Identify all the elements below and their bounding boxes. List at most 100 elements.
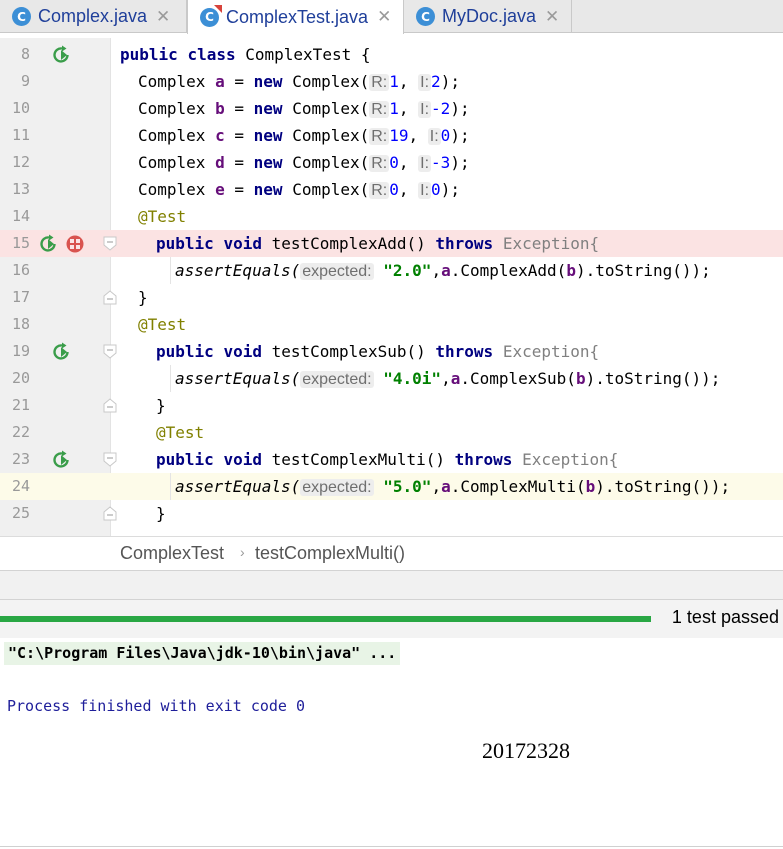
console-process-finished: Process finished with exit code 0 — [7, 697, 306, 715]
line-number: 12 — [11, 153, 30, 171]
code-line[interactable]: 21} — [0, 392, 783, 419]
code-text: @Test — [156, 419, 204, 446]
string-literal: "5.0" — [383, 477, 432, 496]
line-number: 17 — [11, 288, 30, 306]
keyword: new — [253, 72, 283, 91]
code-text: assertEquals(expected: "5.0",a.ComplexMu… — [175, 473, 730, 501]
constructor-call: Complex( — [292, 153, 370, 172]
param-hint: I: — [418, 182, 432, 199]
method-name: testComplexMulti() — [271, 450, 445, 469]
keyword: new — [253, 153, 283, 172]
field-name: d — [215, 153, 225, 172]
type-name: Complex — [138, 180, 206, 199]
tab-mydoc-java[interactable]: C MyDoc.java ✕ — [404, 0, 572, 33]
line-number: 13 — [11, 180, 30, 198]
line-number: 22 — [11, 423, 30, 441]
fold-open-icon[interactable] — [103, 236, 117, 251]
line-number: 20 — [11, 369, 30, 387]
code-text: assertEquals(expected: "4.0i",a.ComplexS… — [175, 365, 720, 393]
breadcrumb-separator: › — [240, 544, 245, 560]
code-line[interactable]: 19 public void testComplexSub() throws Ex… — [0, 338, 783, 365]
fold-open-icon[interactable] — [103, 452, 117, 467]
field-name: a — [215, 72, 225, 91]
punctuation: ); — [450, 153, 470, 172]
breadcrumb-class[interactable]: ComplexTest — [120, 543, 224, 564]
fold-close-icon[interactable] — [103, 506, 117, 521]
keyword: throws — [454, 450, 513, 469]
line-number: 18 — [11, 315, 30, 333]
assert-call: assertEquals( — [175, 369, 301, 388]
code-line[interactable]: 10 Complex b = new Complex(R: 1, I: -2); — [0, 95, 783, 122]
run-test-icon[interactable] — [52, 342, 72, 362]
code-line[interactable]: 23 public void testComplexMulti() throws … — [0, 446, 783, 473]
close-icon[interactable]: ✕ — [377, 7, 391, 27]
code-line[interactable]: 9 Complex a = new Complex(R: 1, I: 2); — [0, 68, 783, 95]
method-call: ).toString()); — [585, 369, 721, 388]
code-line[interactable]: 20 assertEquals(expected: "4.0i",a.Comple… — [0, 365, 783, 392]
param-hint: R: — [369, 128, 390, 145]
constructor-call: Complex( — [292, 180, 370, 199]
run-test-icon[interactable] — [52, 45, 72, 65]
java-class-icon: C — [416, 7, 435, 26]
breakpoint-icon[interactable] — [66, 235, 84, 253]
param-hint: R: — [369, 155, 390, 172]
line-number: 25 — [11, 504, 30, 522]
number-literal: 0 — [389, 153, 399, 172]
code-text: public class ComplexTest { — [120, 41, 370, 68]
code-text: @Test — [138, 203, 186, 230]
fold-close-icon[interactable] — [103, 290, 117, 305]
run-test-icon[interactable] — [52, 450, 72, 470]
closing-brace: } — [156, 396, 166, 415]
operator: = — [234, 126, 244, 145]
code-text: public void testComplexMulti() throws Ex… — [156, 446, 618, 473]
keyword: new — [253, 180, 283, 199]
keyword: new — [253, 99, 283, 118]
code-line[interactable]: 25} — [0, 500, 783, 527]
student-id-text: 20172328 — [482, 738, 570, 763]
console-command-line[interactable]: "C:\Program Files\Java\jdk-10\bin\java" … — [4, 642, 401, 665]
code-text: public void testComplexAdd() throws Exce… — [156, 230, 599, 257]
string-literal: "2.0" — [383, 261, 432, 280]
line-number: 19 — [11, 342, 30, 360]
breadcrumb-method[interactable]: testComplexMulti() — [255, 543, 405, 564]
method-call: .ComplexAdd( — [450, 261, 567, 280]
method-call: ).toString()); — [595, 477, 731, 496]
code-line[interactable]: 17} — [0, 284, 783, 311]
string-literal: "4.0i" — [383, 369, 442, 388]
closing-brace: } — [156, 504, 166, 523]
code-text: } — [156, 500, 166, 527]
code-text: Complex d = new Complex(R: 0, I: -3); — [138, 153, 470, 172]
code-line[interactable]: 8 public class ComplexTest { — [0, 41, 783, 68]
operator: = — [234, 72, 244, 91]
code-line[interactable]: 14 @Test — [0, 203, 783, 230]
keyword: new — [253, 126, 283, 145]
number-literal: 0 — [389, 180, 399, 199]
code-line[interactable]: 11 Complex c = new Complex(R: 19, I: 0); — [0, 122, 783, 149]
code-line[interactable]: 22 @Test — [0, 419, 783, 446]
punctuation: , — [431, 477, 442, 496]
close-icon[interactable]: ✕ — [156, 7, 170, 27]
fold-open-icon[interactable] — [103, 344, 117, 359]
line-number: 9 — [20, 72, 30, 90]
code-line[interactable]: 12 Complex d = new Complex(R: 0, I: -3); — [0, 149, 783, 176]
code-line[interactable]: 24 assertEquals(expected: "5.0",a.Complex… — [0, 473, 783, 500]
fold-close-icon[interactable] — [103, 398, 117, 413]
tab-complextest-java[interactable]: C ComplexTest.java ✕ — [187, 0, 404, 34]
keyword: public — [156, 342, 214, 361]
type-name: Complex — [138, 153, 206, 172]
tab-label: MyDoc.java — [442, 6, 537, 26]
exception-name: Exception{ — [502, 342, 600, 361]
java-class-icon: C — [12, 7, 31, 26]
code-line[interactable]: 15 public void testComplexAdd() throws Ex… — [0, 230, 783, 257]
annotation: @Test — [138, 315, 187, 334]
line-number: 16 — [11, 261, 30, 279]
punctuation: ); — [450, 99, 470, 118]
method-call: .ComplexSub( — [460, 369, 576, 388]
field-name: b — [585, 477, 596, 496]
code-line[interactable]: 13 Complex e = new Complex(R: 0, I: 0); — [0, 176, 783, 203]
run-test-icon[interactable] — [39, 234, 59, 254]
code-line[interactable]: 16 assertEquals(expected: "2.0",a.Complex… — [0, 257, 783, 284]
code-line[interactable]: 18 @Test — [0, 311, 783, 338]
tab-complex-java[interactable]: C Complex.java ✕ — [0, 0, 187, 33]
close-icon[interactable]: ✕ — [545, 7, 559, 27]
